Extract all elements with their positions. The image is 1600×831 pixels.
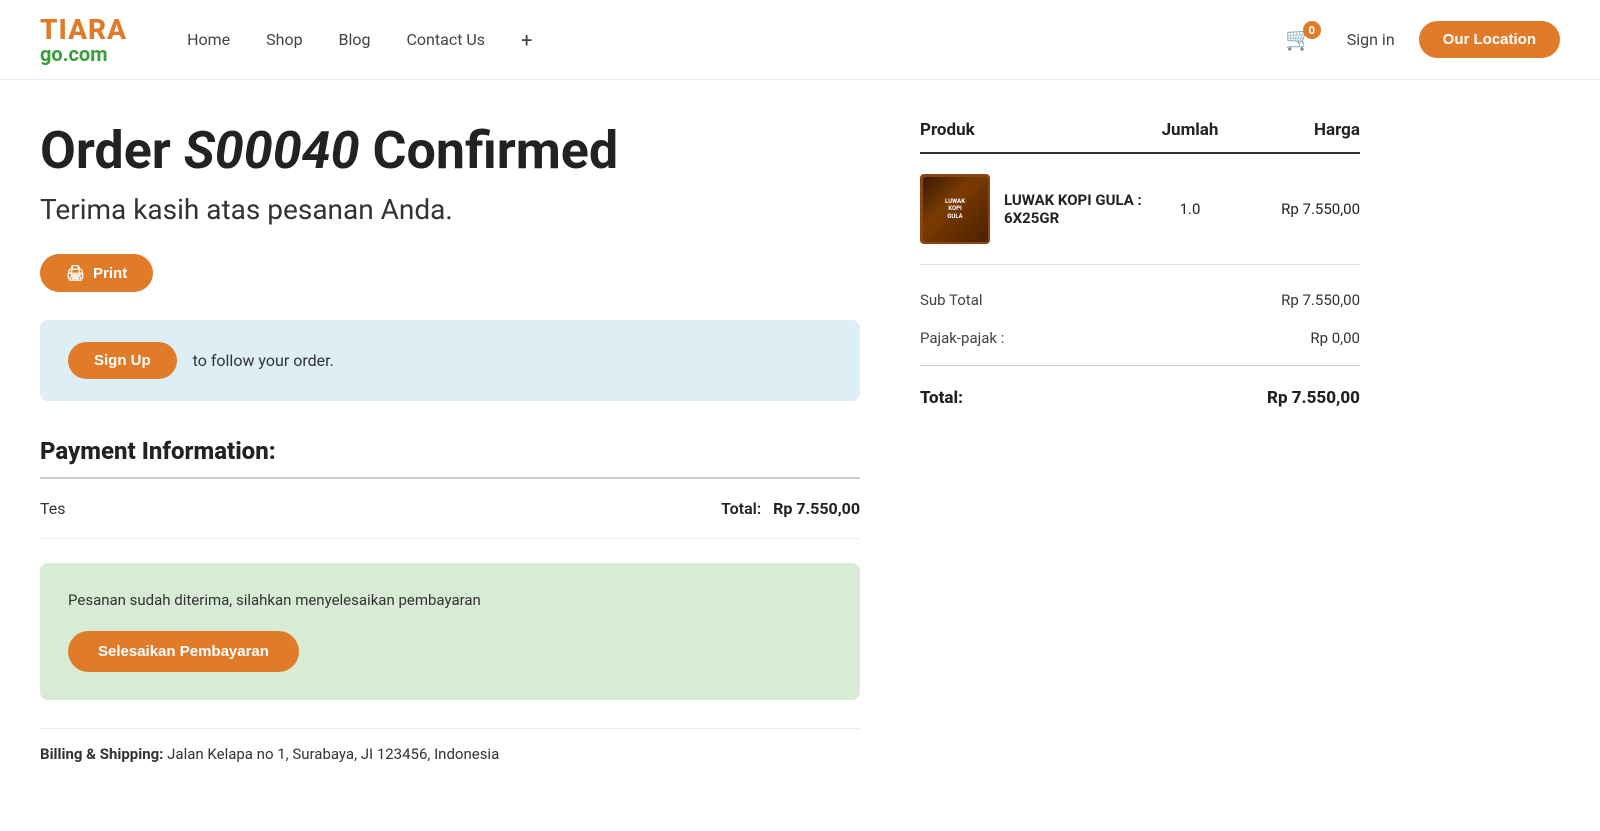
total-row: Total: Rp 7.550,00 (920, 374, 1360, 422)
nav-home[interactable]: Home (187, 30, 230, 49)
payment-message-text: Pesanan sudah diterima, silahkan menyele… (68, 591, 832, 609)
payment-info-title: Payment Information: (40, 437, 860, 465)
main-content: Order S00040 Confirmed Terima kasih atas… (0, 80, 1400, 803)
order-title-suffix: Confirmed (360, 120, 619, 181)
signup-button[interactable]: Sign Up (68, 342, 177, 379)
nav-blog[interactable]: Blog (339, 30, 371, 49)
signup-banner: Sign Up to follow your order. (40, 320, 860, 401)
signup-banner-text: to follow your order. (193, 351, 334, 370)
tax-label: Pajak-pajak : (920, 329, 1004, 347)
total-label: Total: (920, 388, 963, 408)
selesaikan-pembayaran-button[interactable]: Selesaikan Pembayaran (68, 631, 299, 672)
payment-message-box: Pesanan sudah diterima, silahkan menyele… (40, 563, 860, 700)
sign-in-link[interactable]: Sign in (1347, 30, 1395, 49)
billing-label: Billing & Shipping: (40, 745, 163, 763)
cart-icon-wrapper[interactable]: 🛒 0 (1285, 27, 1312, 52)
print-label: Print (93, 265, 127, 282)
billing-section: Billing & Shipping: Jalan Kelapa no 1, S… (40, 728, 860, 763)
summary-divider (920, 365, 1360, 366)
payment-total-label: Total: (721, 499, 761, 518)
product-row: LUWAKKOPIGULA LUWAK KOPI GULA : 6X25GR 1… (920, 154, 1360, 265)
order-title-prefix: Order (40, 120, 184, 181)
subtotal-label: Sub Total (920, 291, 983, 309)
product-name: LUWAK KOPI GULA : 6X25GR (1004, 191, 1150, 227)
subtotal-row: Sub Total Rp 7.550,00 (920, 281, 1360, 319)
nav-plus[interactable]: + (521, 28, 532, 52)
total-value: Rp 7.550,00 (1267, 388, 1360, 408)
order-title: Order S00040 Confirmed (40, 120, 860, 181)
order-summary-table: Produk Jumlah Harga LUWAKKOPIGULA LUWAK … (920, 120, 1360, 422)
payment-row: Tes Total: Rp 7.550,00 (40, 479, 860, 539)
summary-header: Produk Jumlah Harga (920, 120, 1360, 154)
tax-row: Pajak-pajak : Rp 0,00 (920, 319, 1360, 357)
billing-address: Jalan Kelapa no 1, Surabaya, JI 123456, … (167, 745, 499, 763)
print-button[interactable]: 🖨 Print (40, 254, 153, 292)
product-image: LUWAKKOPIGULA (920, 174, 990, 244)
nav-shop[interactable]: Shop (266, 30, 302, 49)
logo-tiara: TIARA (40, 16, 127, 44)
col-harga: Harga (1230, 120, 1360, 140)
product-price: Rp 7.550,00 (1230, 200, 1360, 218)
summary-totals: Sub Total Rp 7.550,00 Pajak-pajak : Rp 0… (920, 265, 1360, 422)
nav-links: Home Shop Blog Contact Us + (187, 28, 1285, 52)
payment-total-section: Total: Rp 7.550,00 (721, 499, 860, 518)
printer-icon: 🖨 (66, 264, 85, 282)
payment-name: Tes (40, 499, 66, 518)
right-column: Produk Jumlah Harga LUWAKKOPIGULA LUWAK … (920, 120, 1360, 763)
navbar: TIARA go.com Home Shop Blog Contact Us +… (0, 0, 1600, 80)
nav-contact[interactable]: Contact Us (407, 30, 486, 49)
product-image-inner: LUWAKKOPIGULA (923, 177, 988, 242)
product-qty: 1.0 (1150, 200, 1230, 218)
logo[interactable]: TIARA go.com (40, 16, 127, 64)
col-jumlah: Jumlah (1150, 120, 1230, 140)
tax-value: Rp 0,00 (1310, 329, 1360, 347)
nav-right: 🛒 0 Sign in Our Location (1285, 21, 1560, 58)
logo-gocom: go.com (40, 44, 127, 64)
order-id: S00040 (184, 120, 360, 181)
our-location-button[interactable]: Our Location (1419, 21, 1560, 58)
subtotal-value: Rp 7.550,00 (1281, 291, 1360, 309)
col-produk: Produk (920, 120, 1150, 140)
left-column: Order S00040 Confirmed Terima kasih atas… (40, 120, 860, 763)
cart-badge: 0 (1303, 21, 1321, 39)
order-subtitle: Terima kasih atas pesanan Anda. (40, 193, 860, 226)
payment-total-value: Rp 7.550,00 (773, 499, 860, 518)
